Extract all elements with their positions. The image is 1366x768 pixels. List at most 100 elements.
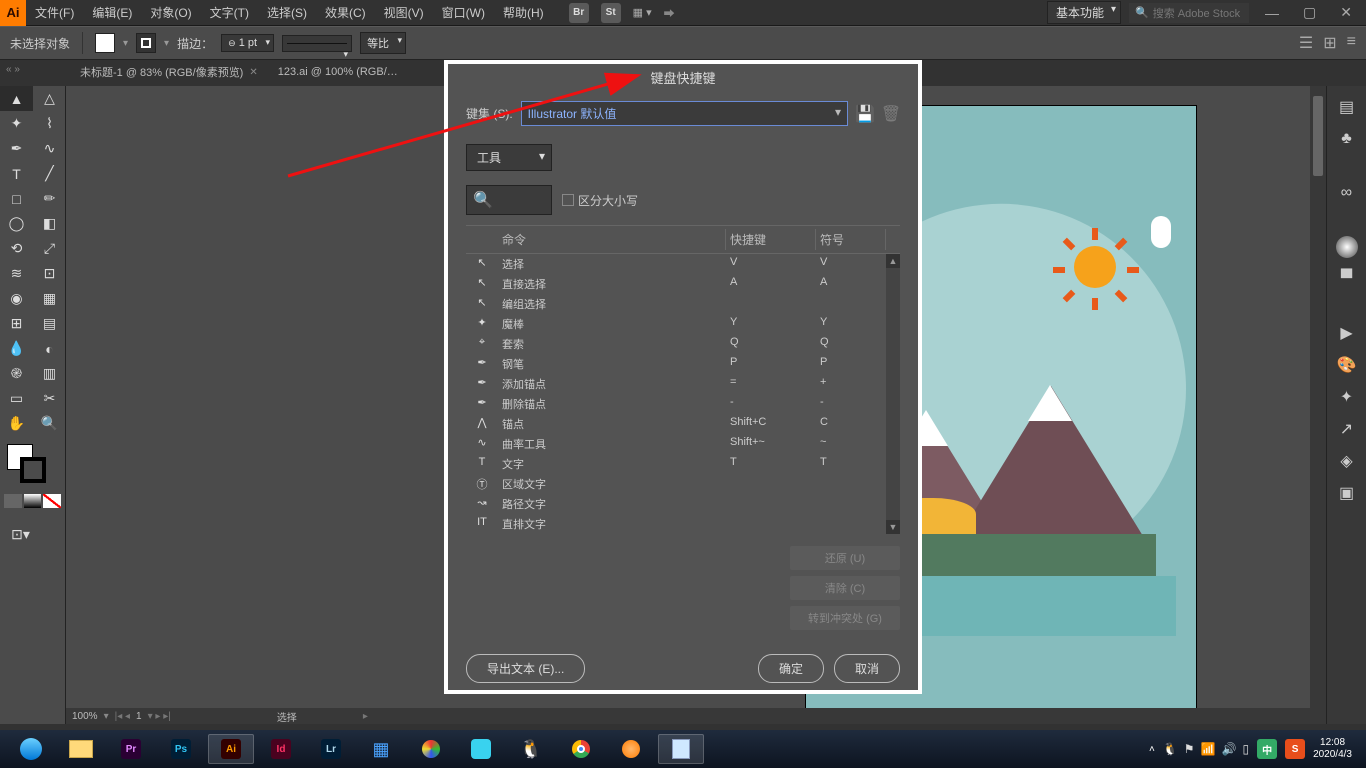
taskbar-explorer[interactable]	[58, 734, 104, 764]
type-tool[interactable]: T	[0, 161, 33, 186]
artboard-tool[interactable]: ▭	[0, 386, 33, 411]
table-row[interactable]: Ⓣ区域文字	[466, 474, 900, 494]
taskbar-clock[interactable]: 12:08 2020/4/3	[1313, 737, 1358, 761]
taskbar-indesign[interactable]: Id	[258, 734, 304, 764]
table-row[interactable]: ✒钢笔PP	[466, 354, 900, 374]
keyset-dropdown[interactable]: Illustrator 默认值	[521, 101, 848, 126]
menu-view[interactable]: 视图(V)	[375, 0, 433, 25]
selection-tool[interactable]: ▲	[0, 86, 33, 111]
col-command[interactable]: 命令	[498, 229, 726, 250]
shortcut-search[interactable]: 🔍	[466, 185, 552, 215]
width-tool[interactable]: ≋	[0, 261, 33, 286]
table-row[interactable]: ⌖套索QQ	[466, 334, 900, 354]
menu-select[interactable]: 选择(S)	[258, 0, 316, 25]
taskbar-photoshop[interactable]: Ps	[158, 734, 204, 764]
tab-doc2[interactable]: 123.ai @ 100% (RGB/…	[268, 62, 408, 82]
maximize-button[interactable]: ▢	[1295, 4, 1324, 21]
menu-object[interactable]: 对象(O)	[141, 0, 200, 25]
col-shortcut[interactable]: 快捷键	[726, 229, 816, 250]
scale-tool[interactable]: ⤢	[33, 236, 66, 261]
shape-builder-tool[interactable]: ◉	[0, 286, 33, 311]
artboards-icon[interactable]: ▣	[1336, 482, 1358, 504]
menu-type[interactable]: 文字(T)	[201, 0, 258, 25]
zoom-tool[interactable]: 🔍	[33, 411, 66, 436]
swatches-icon[interactable]: ▶	[1336, 322, 1358, 344]
stroke-color[interactable]	[20, 457, 46, 483]
zoom-dropdown[interactable]: 100%	[72, 711, 98, 722]
export-text-button[interactable]: 导出文本 (E)...	[466, 654, 585, 683]
blend-tool[interactable]: ◐	[33, 336, 66, 361]
artboard-nav[interactable]: 1	[136, 711, 142, 722]
table-row[interactable]: ↖编组选择	[466, 294, 900, 314]
layers-icon[interactable]: ◈	[1336, 450, 1358, 472]
bridge-icon[interactable]: Br	[569, 3, 589, 23]
menu-help[interactable]: 帮助(H)	[494, 0, 553, 25]
mesh-tool[interactable]: ⊞	[0, 311, 33, 336]
table-row[interactable]: ↖直接选择AA	[466, 274, 900, 294]
taskbar-qq[interactable]: 🐧	[508, 734, 554, 764]
color-mode-gradient[interactable]	[24, 494, 42, 508]
line-tool[interactable]: ╱	[33, 161, 66, 186]
taskbar-lightroom[interactable]: Lr	[308, 734, 354, 764]
tab-doc1[interactable]: 未标题-1 @ 83% (RGB/像素预览) ✕	[70, 60, 268, 84]
tray-volume-icon[interactable]: 🔊	[1222, 742, 1237, 756]
free-transform-tool[interactable]: ⊡	[33, 261, 66, 286]
table-scrollbar[interactable]: ▲ ▼	[886, 254, 900, 534]
magic-wand-tool[interactable]: ✦	[0, 111, 33, 136]
color-mode-none[interactable]	[43, 494, 61, 508]
ime-indicator[interactable]: 中	[1257, 739, 1277, 759]
table-row[interactable]: ✦魔棒YY	[466, 314, 900, 334]
graph-tool[interactable]: ▥	[33, 361, 66, 386]
taskbar-app-2[interactable]	[408, 734, 454, 764]
save-set-icon[interactable]: 💾	[856, 105, 874, 123]
stock-icon[interactable]: St	[601, 3, 621, 23]
stroke-panel-icon[interactable]: ↗	[1336, 418, 1358, 440]
color-mode-solid[interactable]	[4, 494, 22, 508]
panel-menu-icon[interactable]: ≡	[1347, 33, 1356, 53]
curvature-tool[interactable]: ∿	[33, 136, 66, 161]
tray-chevron-icon[interactable]: ˄	[1149, 744, 1155, 755]
search-stock[interactable]: 🔍 搜索 Adobe Stock	[1129, 3, 1249, 23]
vertical-scrollbar[interactable]	[1310, 86, 1326, 708]
symbols-icon[interactable]: ✦	[1336, 386, 1358, 408]
system-tray[interactable]: 🐧 ⚑ 📶 🔊 ▯	[1163, 742, 1249, 756]
tray-network-icon[interactable]: 📶	[1201, 742, 1216, 756]
table-row[interactable]: ↖选择VV	[466, 254, 900, 274]
close-tab-icon[interactable]: ✕	[249, 67, 257, 78]
menu-file[interactable]: 文件(F)	[26, 0, 83, 25]
hand-tool[interactable]: ✋	[0, 411, 33, 436]
align-icon[interactable]: ☰	[1299, 33, 1313, 53]
taskbar-app-1[interactable]: ▦	[358, 734, 404, 764]
fill-swatch[interactable]	[95, 33, 115, 53]
rotate-tool[interactable]: ⟲	[0, 236, 33, 261]
slice-tool[interactable]: ✂	[33, 386, 66, 411]
opacity-dropdown[interactable]: 等比	[360, 32, 406, 54]
taskbar-browser[interactable]	[8, 734, 54, 764]
rectangle-tool[interactable]: □	[0, 186, 33, 211]
scroll-up-icon[interactable]: ▲	[886, 254, 900, 268]
direct-selection-tool[interactable]: △	[33, 86, 66, 111]
taskbar-chrome[interactable]	[558, 734, 604, 764]
table-row[interactable]: ↝路径文字	[466, 494, 900, 514]
category-dropdown[interactable]: 工具	[466, 144, 552, 171]
pen-tool[interactable]: ✒	[0, 136, 33, 161]
lasso-tool[interactable]: ⌇	[33, 111, 66, 136]
tabs-chevrons-icon[interactable]: « »	[6, 64, 20, 75]
table-row[interactable]: ✒添加锚点=+	[466, 374, 900, 394]
tray-flag-icon[interactable]: ⚑	[1184, 742, 1195, 756]
col-symbol[interactable]: 符号	[816, 229, 886, 250]
arrange-icon[interactable]: ▦ ▾	[633, 6, 652, 19]
ok-button[interactable]: 确定	[758, 654, 824, 683]
color-panel-icon[interactable]	[1336, 236, 1358, 258]
menu-effect[interactable]: 效果(C)	[316, 0, 375, 25]
table-body[interactable]: ↖选择VV↖直接选择AA↖编组选择✦魔棒YY⌖套索QQ✒钢笔PP✒添加锚点=+✒…	[466, 254, 900, 534]
table-row[interactable]: ✒删除锚点--	[466, 394, 900, 414]
table-row[interactable]: ⋀锚点Shift+CC	[466, 414, 900, 434]
paintbrush-tool[interactable]: ✏	[33, 186, 66, 211]
symbol-sprayer-tool[interactable]: ֎	[0, 361, 33, 386]
eraser-tool[interactable]: ◧	[33, 211, 66, 236]
menu-edit[interactable]: 编辑(E)	[83, 0, 141, 25]
menu-window[interactable]: 窗口(W)	[433, 0, 494, 25]
table-row[interactable]: ∿曲率工具Shift+~~	[466, 434, 900, 454]
libraries-icon[interactable]: ♣	[1336, 128, 1358, 150]
